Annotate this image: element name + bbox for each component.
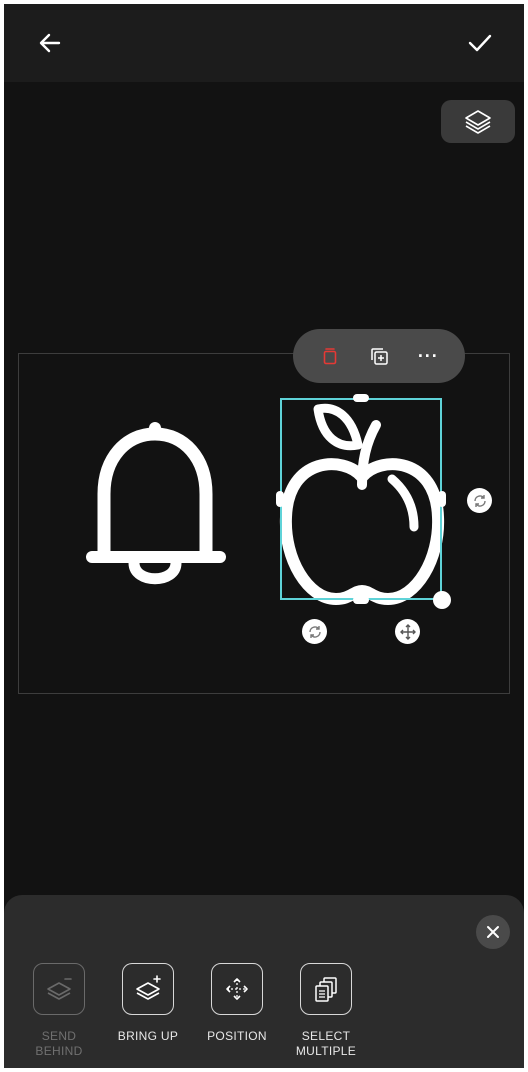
select-multiple-button[interactable] bbox=[300, 963, 352, 1015]
select-multiple-tool[interactable]: SELECT MULTIPLE bbox=[286, 963, 366, 1059]
position-label: POSITION bbox=[207, 1029, 267, 1043]
bring-up-button[interactable] bbox=[122, 963, 174, 1015]
bell-icon[interactable] bbox=[82, 412, 230, 588]
resize-handle-corner[interactable] bbox=[433, 591, 451, 609]
select-multiple-label: SELECT MULTIPLE bbox=[295, 1029, 357, 1058]
arrow-left-icon bbox=[39, 33, 61, 53]
layers-button[interactable] bbox=[441, 100, 515, 143]
object-toolbar: ··· bbox=[293, 329, 465, 383]
trash-icon bbox=[323, 348, 336, 365]
confirm-button[interactable] bbox=[460, 23, 500, 63]
more-options-button[interactable]: ··· bbox=[411, 339, 445, 373]
position-tool[interactable]: POSITION bbox=[197, 963, 277, 1044]
select-multiple-icon bbox=[315, 977, 337, 1002]
duplicate-button[interactable] bbox=[362, 339, 396, 373]
resize-handle-top[interactable] bbox=[353, 394, 369, 402]
close-icon bbox=[487, 926, 499, 938]
rotate-icon bbox=[308, 625, 321, 638]
delete-button[interactable] bbox=[313, 339, 347, 373]
send-behind-icon bbox=[47, 978, 72, 1000]
close-button[interactable] bbox=[476, 915, 510, 949]
arrange-bottom-sheet: SEND BEHIND BRING UP POSITION SELECT MUL… bbox=[4, 895, 524, 1068]
bring-up-label: BRING UP bbox=[117, 1029, 179, 1043]
position-icon bbox=[226, 978, 248, 1000]
move-icon bbox=[399, 623, 416, 640]
duplicate-icon bbox=[371, 348, 388, 365]
send-behind-button[interactable] bbox=[33, 963, 85, 1015]
editor-screen: ··· SEND BEHIND BRING UP POSITION SELECT… bbox=[4, 4, 524, 1068]
send-behind-label: SEND BEHIND bbox=[35, 1029, 83, 1058]
rotate-handle-bottom[interactable] bbox=[302, 619, 327, 644]
move-handle[interactable] bbox=[395, 619, 420, 644]
send-behind-tool[interactable]: SEND BEHIND bbox=[19, 963, 99, 1059]
position-button[interactable] bbox=[211, 963, 263, 1015]
resize-handle-left[interactable] bbox=[276, 491, 284, 507]
rotate-handle-right[interactable] bbox=[467, 488, 492, 513]
top-bar bbox=[4, 4, 524, 82]
resize-handle-right[interactable] bbox=[438, 491, 446, 507]
resize-handle-bottom[interactable] bbox=[353, 596, 369, 604]
bring-up-icon bbox=[136, 975, 161, 1000]
bring-up-tool[interactable]: BRING UP bbox=[108, 963, 188, 1044]
rotate-icon bbox=[473, 494, 486, 507]
back-button[interactable] bbox=[30, 23, 70, 63]
layers-icon bbox=[465, 109, 491, 134]
more-icon: ··· bbox=[417, 345, 439, 366]
checkmark-icon bbox=[468, 34, 492, 52]
selection-box bbox=[280, 398, 442, 600]
